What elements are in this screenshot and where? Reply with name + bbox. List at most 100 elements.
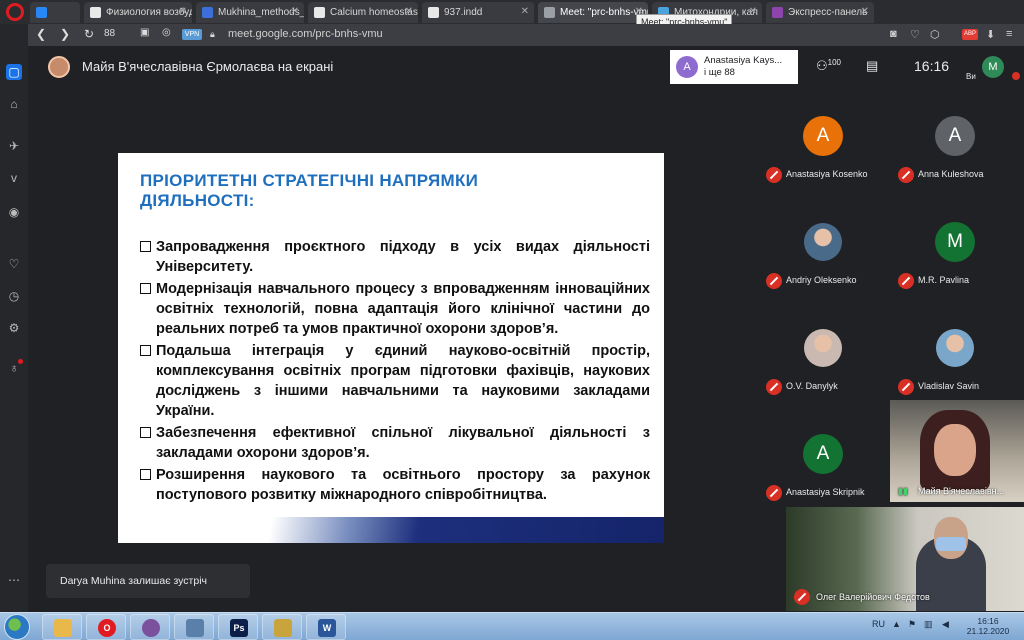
slide-bullet: Модернізація навчального процесу з впров… (140, 279, 650, 339)
taskbar-app-button[interactable] (130, 614, 170, 640)
speaking-indicator-icon: ▮▮ (898, 486, 908, 496)
slide-bullet-text: Запровадження проєктного підходу в усіх … (156, 239, 650, 275)
close-tab-icon[interactable]: ✕ (861, 6, 869, 17)
participant-tile[interactable]: Andriy Oleksenko (758, 222, 888, 322)
close-tab-icon[interactable]: ✕ (749, 6, 757, 17)
presentation-slide: ПРІОРИТЕТНІ СТРАТЕГІЧНІ НАПРЯМКИ ДІЯЛЬНО… (118, 153, 664, 543)
video-tile-name: Олег Валерійович Федотов (816, 592, 930, 602)
cube-icon[interactable]: ⬡ (930, 28, 940, 41)
bookmark-snapshot-icon[interactable]: ◎ (162, 27, 171, 38)
checkbox-bullet-icon (140, 241, 151, 252)
url-field[interactable]: meet.google.com/prc-bnhs-vmu (228, 28, 383, 40)
tray-time: 16:16 (977, 616, 999, 626)
browser-tab[interactable]: Mukhina_methods_ ✕ (196, 2, 304, 23)
history-icon[interactable]: ◷ (6, 288, 22, 304)
slide-title: ПРІОРИТЕТНІ СТРАТЕГІЧНІ НАПРЯМКИ ДІЯЛЬНО… (140, 171, 479, 210)
opera-menu-icon[interactable] (6, 3, 24, 21)
opera-sidebar: ▢ ⌂ ✈ v ◉ ♡ ◷ ⚙ ♁ ⋯ (0, 24, 28, 612)
settings-menu-icon[interactable]: ≡ (1006, 28, 1012, 40)
flag-icon[interactable]: ⚑ (908, 619, 916, 630)
browser-tab[interactable]: 937.indd ✕ (422, 2, 534, 23)
camera-icon[interactable]: ▣ (140, 27, 149, 38)
close-tab-icon[interactable]: ✕ (405, 6, 413, 17)
heart-bookmark-icon[interactable]: ♡ (910, 28, 920, 41)
mic-off-icon (898, 379, 914, 395)
participant-tile[interactable]: O.V. Danylyk (758, 328, 888, 428)
video-tile-name: Майя В'ячеславівн... (918, 486, 1005, 496)
more-icon[interactable]: ⋯ (6, 572, 22, 588)
participant-tile[interactable]: M M.R. Pavlina (890, 222, 1020, 322)
doc-icon (314, 7, 325, 18)
lightbulb-icon[interactable]: ♁ (6, 359, 23, 376)
browser-tab[interactable]: Физиология возбуд ✕ (84, 2, 192, 23)
meeting-clock: 16:16 (914, 58, 950, 74)
face-mask (936, 537, 966, 551)
participant-tile[interactable]: A Anna Kuleshova (890, 116, 1020, 216)
slide-footer-band (118, 517, 664, 543)
checkbox-bullet-icon (140, 283, 151, 294)
speed-dial-icon[interactable]: ▢ (6, 64, 22, 80)
slide-bullet-text: Забезпечення ефективної спільної лікувал… (156, 425, 650, 461)
people-icon[interactable]: ⚇100 (816, 58, 841, 74)
reload-button[interactable]: ↻ (84, 27, 94, 41)
forward-button[interactable]: ❯ (60, 27, 70, 41)
mic-off-icon (898, 273, 914, 289)
slide-bullet-list: Запровадження проєктного підходу в усіх … (140, 237, 650, 507)
taskbar-app-button[interactable]: W (306, 614, 346, 640)
taskbar-app-button[interactable] (174, 614, 214, 640)
mic-off-icon (766, 167, 782, 183)
telegram-icon[interactable]: ✈ (6, 138, 22, 154)
speaker-icon (544, 7, 555, 18)
participant-join-notice[interactable]: A Anastasiya Kays... і ще 88 (670, 50, 798, 84)
tab-label: Экспресс-панель (788, 7, 868, 18)
start-button[interactable] (4, 614, 30, 640)
participant-tile[interactable]: A Anastasiya Kosenko (758, 116, 888, 216)
screenshot-icon[interactable]: ◙ (890, 28, 897, 40)
download-icon[interactable]: ⬇ (986, 28, 995, 41)
chat-icon[interactable]: ▤ (866, 58, 878, 74)
back-button[interactable]: ❮ (36, 27, 46, 41)
my-avatar[interactable]: M (982, 56, 1004, 78)
adblock-badge[interactable]: ABP (962, 29, 978, 40)
participant-avatar: A (803, 434, 843, 474)
participant-name: M.R. Pavlina (918, 275, 970, 285)
slide-bullet: Забезпечення ефективної спільної лікувал… (140, 423, 650, 463)
browser-tab[interactable]: Экспресс-панель ✕ (766, 2, 874, 23)
people-count: 100 (827, 58, 842, 67)
home-icon[interactable]: ⌂ (6, 96, 22, 112)
tray-clock[interactable]: 16:16 21.12.2020 (966, 616, 1010, 636)
tray-date: 21.12.2020 (966, 626, 1010, 636)
close-tab-icon[interactable]: ✕ (291, 6, 299, 17)
taskbar-app-button[interactable] (42, 614, 82, 640)
taskbar-app-button[interactable] (262, 614, 302, 640)
messenger-icon[interactable]: ◉ (6, 204, 22, 220)
mic-off-icon (766, 273, 782, 289)
volume-icon[interactable]: ◀ (942, 619, 949, 630)
tray-arrow-icon[interactable]: ▲ (892, 619, 901, 629)
taskbar-app-button[interactable]: O (86, 614, 126, 640)
tab-count[interactable]: 88 (104, 28, 115, 39)
language-indicator[interactable]: RU (872, 619, 885, 629)
notice-avatar: A (676, 56, 698, 78)
heart-icon[interactable]: ♡ (6, 256, 22, 272)
vpn-badge[interactable]: VPN (182, 29, 202, 40)
taskbar-app-button[interactable]: Ps (218, 614, 258, 640)
person-face (934, 424, 976, 476)
settings-gear-icon[interactable]: ⚙ (6, 320, 22, 336)
participant-name: Anastasiya Kosenko (786, 169, 868, 179)
presenter-avatar (48, 56, 70, 78)
browser-tab[interactable]: Meet: "prc-bnhs-vmu ✕ (538, 2, 648, 23)
close-tab-icon[interactable]: ✕ (179, 6, 187, 17)
presenter-title: Майя В'ячеславівна Єрмолаєва на екрані (82, 59, 334, 74)
video-tile-presenter[interactable]: ▮▮ Майя В'ячеславівн... (890, 400, 1024, 502)
close-tab-icon[interactable]: ✕ (521, 6, 529, 17)
participant-avatar: A (803, 116, 843, 156)
lock-icon[interactable]: 🔒︎ (210, 29, 215, 40)
video-tile-fedotov[interactable]: Олег Валерійович Федотов (786, 507, 1024, 611)
network-tray-icon[interactable]: ▥ (924, 619, 933, 630)
vk-sidebar-icon[interactable]: v (6, 170, 22, 186)
browser-tab[interactable] (30, 2, 80, 23)
browser-tab[interactable]: Calcium homeostas ✕ (308, 2, 418, 23)
address-bar: ❮ ❯ ↻ 88 ▣ ◎ VPN 🔒︎ meet.google.com/prc-… (28, 24, 1024, 46)
mic-off-icon (898, 167, 914, 183)
